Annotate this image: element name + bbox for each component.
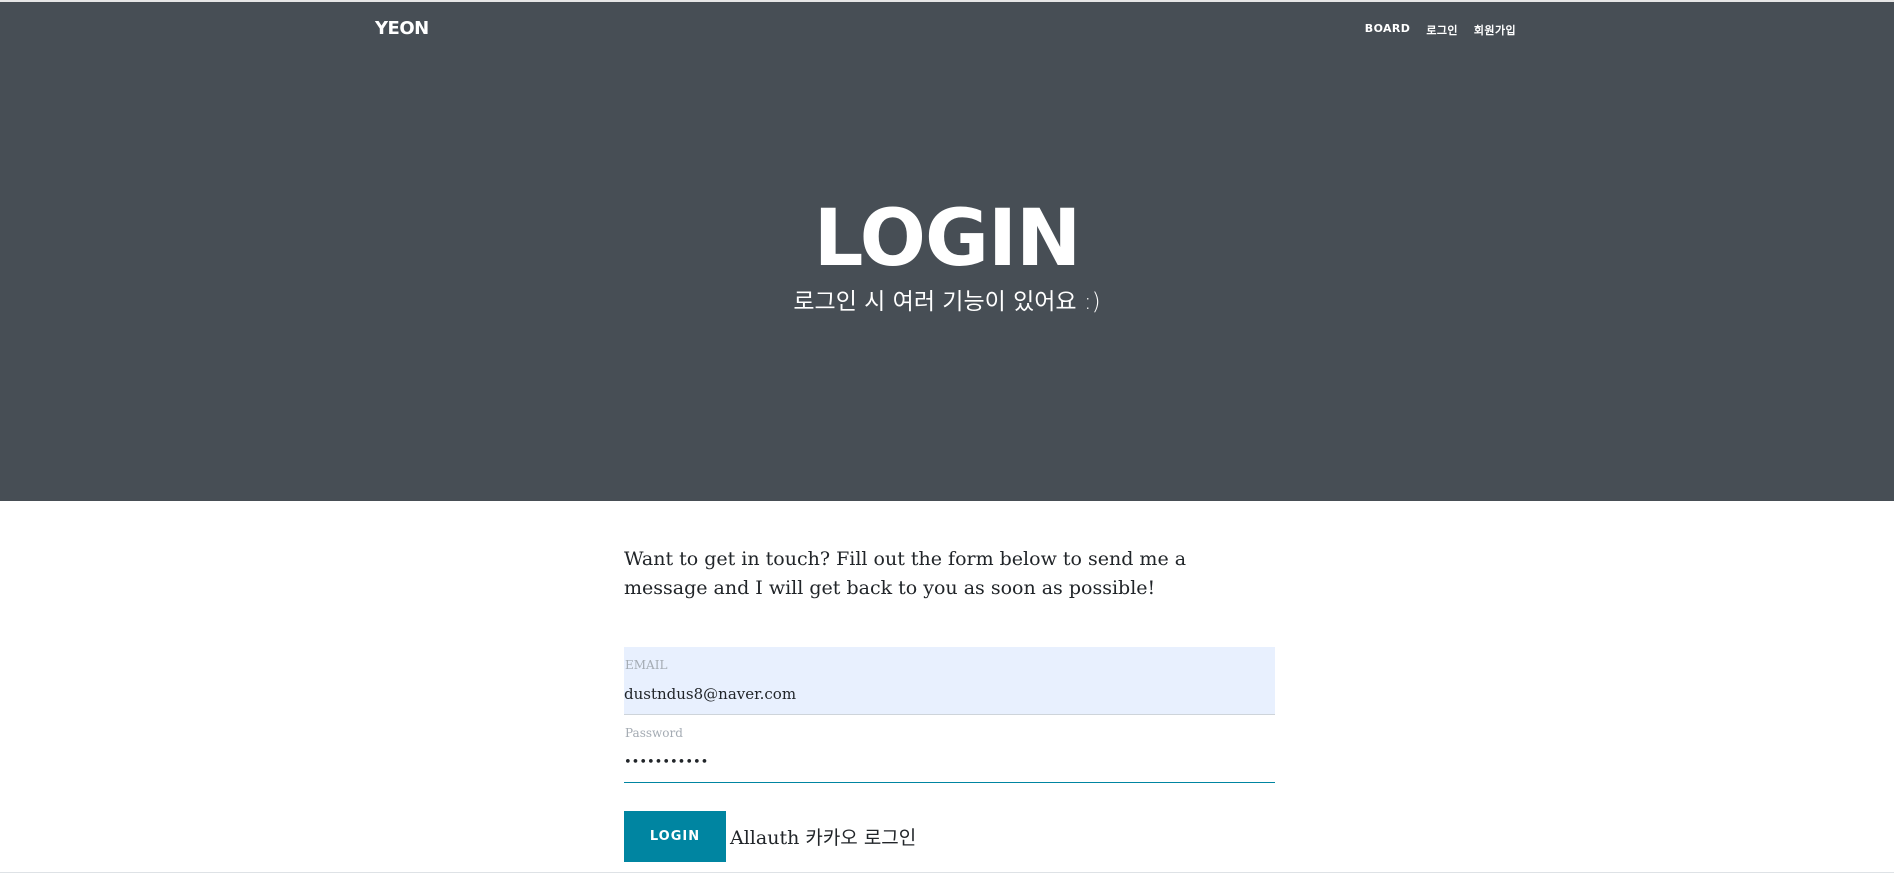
kakao-login-link[interactable]: Allauth 카카오 로그인 [730, 823, 916, 850]
intro-text: Want to get in touch? Fill out the form … [624, 548, 1187, 599]
login-section: Want to get in touch? Fill out the form … [624, 545, 1275, 862]
login-button[interactable]: LOGIN [624, 811, 726, 862]
page-subtitle: 로그인 시 여러 기능이 있어요 :) [793, 289, 1101, 315]
password-field-group: Password [624, 715, 1275, 783]
form-actions: LOGIN Allauth 카카오 로그인 [624, 811, 916, 862]
nav-item-login[interactable]: 로그인 [1426, 22, 1458, 38]
email-input[interactable] [624, 682, 1264, 706]
brand-logo[interactable]: YEON [375, 18, 429, 39]
page-title: LOGIN [813, 194, 1082, 284]
password-label: Password [625, 726, 683, 740]
main-nav: BOARD 로그인 회원가입 [1365, 22, 1516, 38]
bottom-divider [0, 872, 1894, 873]
password-input[interactable] [624, 750, 1264, 774]
page-header: YEON BOARD 로그인 회원가입 LOGIN 로그인 시 여러 기능이 있… [0, 2, 1894, 501]
nav-item-board[interactable]: BOARD [1365, 22, 1411, 38]
email-label: EMAIL [625, 658, 668, 672]
email-field-group: EMAIL [624, 647, 1275, 715]
nav-item-signup[interactable]: 회원가입 [1474, 22, 1516, 38]
